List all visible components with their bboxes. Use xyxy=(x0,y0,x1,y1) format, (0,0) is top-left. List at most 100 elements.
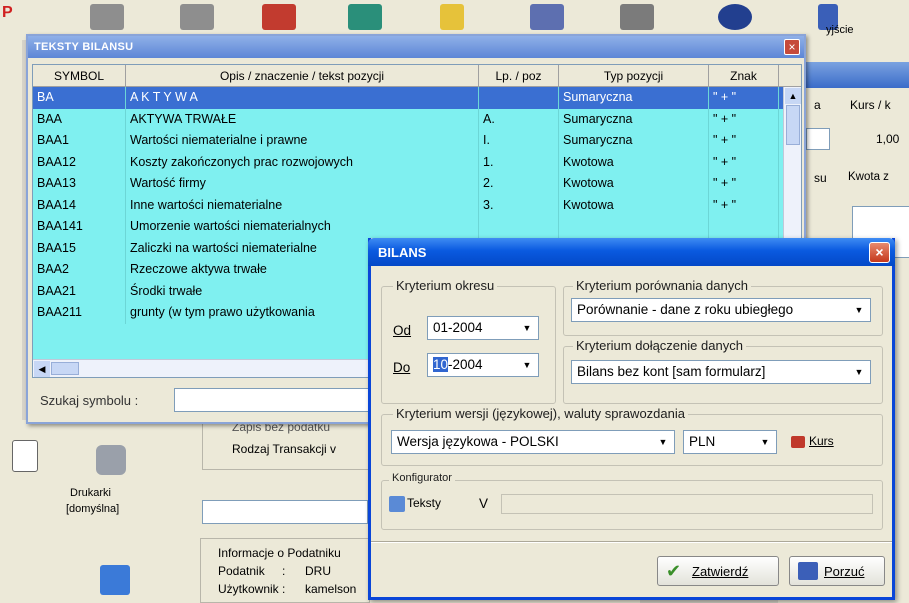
od-combo[interactable]: 01-2004 ▼ xyxy=(427,316,539,340)
porzuc-button[interactable]: Porzuć xyxy=(789,556,885,586)
exit-door-icon xyxy=(798,562,818,580)
uzytkownik-value: kamelson xyxy=(305,582,357,596)
col-symbol[interactable]: SYMBOL xyxy=(33,65,126,86)
scroll-up-icon[interactable]: ▲ xyxy=(785,88,801,104)
porownania-combo[interactable]: Porównanie - dane z roku ubiegłego ▼ xyxy=(571,298,871,322)
cell-typ: Kwotowa xyxy=(559,194,709,216)
pencil-icon[interactable] xyxy=(440,4,464,30)
bilans-title: BILANS xyxy=(368,238,895,266)
drukarki-label: Drukarki xyxy=(70,487,111,499)
col-znak[interactable]: Znak xyxy=(709,65,779,86)
document-icon[interactable] xyxy=(12,440,38,472)
cell-lp: I. xyxy=(479,130,559,152)
porownania-legend: Kryterium porównania danych xyxy=(573,278,751,293)
zatwierdz-button[interactable]: ✔ Zatwierdź xyxy=(657,556,779,586)
col-opis[interactable]: Opis / znaczenie / tekst pozycji xyxy=(126,65,479,86)
chevron-down-icon[interactable]: ▼ xyxy=(517,355,537,375)
hscroll-thumb[interactable] xyxy=(51,362,79,375)
chevron-down-icon[interactable]: ▼ xyxy=(849,300,869,320)
chevron-down-icon[interactable]: ▼ xyxy=(517,318,537,338)
exit-door-icon[interactable] xyxy=(262,4,296,30)
cell-znak xyxy=(709,216,779,238)
v-label: V xyxy=(479,496,489,511)
cell-opis: Umorzenie wartości niematerialnych xyxy=(126,216,479,238)
bg-combo[interactable] xyxy=(806,128,830,150)
cell-typ: Kwotowa xyxy=(559,173,709,195)
porownania-value: Porównanie - dane z roku ubiegłego xyxy=(577,302,794,317)
cell-symbol: BAA14 xyxy=(33,194,126,216)
search-label: Szukaj symbolu : xyxy=(40,393,139,408)
chevron-down-icon[interactable]: ▼ xyxy=(653,432,673,452)
money-icon xyxy=(791,435,805,448)
table-row[interactable]: BA A K T Y W A Sumaryczna " + " xyxy=(33,87,801,109)
scroll-left-icon[interactable]: ◀ xyxy=(34,361,50,377)
cell-typ: Sumaryczna xyxy=(559,108,709,130)
monitor-icon[interactable] xyxy=(100,565,130,595)
report-p2-icon[interactable] xyxy=(90,4,124,30)
table-row[interactable]: BAA141 Umorzenie wartości niematerialnych xyxy=(33,216,801,238)
col-lp[interactable]: Lp. / poz xyxy=(479,65,559,86)
do-combo[interactable]: 10-2004 ▼ xyxy=(427,353,539,377)
cell-opis: Wartości niematerialne i prawne xyxy=(126,130,479,152)
dolaczenie-legend: Kryterium dołączenie danych xyxy=(573,338,746,353)
cell-opis: Wartość firmy xyxy=(126,173,479,195)
cell-typ xyxy=(559,216,709,238)
podatnik-label: Podatnik xyxy=(218,564,265,578)
cell-typ: Sumaryczna xyxy=(559,87,709,109)
table-row[interactable]: BAA13 Wartość firmy 2. Kwotowa " + " xyxy=(33,173,801,195)
computers-icon[interactable] xyxy=(530,4,564,30)
cell-opis: A K T Y W A xyxy=(126,87,479,109)
konfigurator-legend: Konfigurator xyxy=(389,472,455,484)
bg-input[interactable] xyxy=(202,500,368,524)
cell-lp: A. xyxy=(479,108,559,130)
book-icon[interactable] xyxy=(348,4,382,30)
dolaczenie-combo[interactable]: Bilans bez kont [sam formularz] ▼ xyxy=(571,360,871,384)
search-symbol-input[interactable] xyxy=(174,388,374,412)
close-icon[interactable]: × xyxy=(784,39,800,55)
cell-znak: " + " xyxy=(709,194,779,216)
kurs-value: 1,00 xyxy=(876,132,900,146)
od-value: 01-2004 xyxy=(433,320,483,335)
kurs-header: Kurs / k xyxy=(850,98,891,112)
cell-symbol: BAA2 xyxy=(33,259,126,281)
chevron-down-icon[interactable]: ▼ xyxy=(849,362,869,382)
cell-typ: Sumaryczna xyxy=(559,130,709,152)
dialog-separator xyxy=(371,541,892,543)
teksty-window-title: TEKSTY BILANSU xyxy=(28,36,804,58)
table-row[interactable]: BAA1 Wartości niematerialne i prawne I. Sum… xyxy=(33,130,801,152)
kurs-link[interactable]: Kurs xyxy=(791,434,834,448)
close-icon[interactable]: × xyxy=(869,242,890,263)
p-icon[interactable]: P xyxy=(2,4,16,30)
podatnik-value: DRU xyxy=(305,564,331,578)
do-value-selected: 10 xyxy=(433,357,449,372)
language-combo[interactable]: Wersja językowa - POLSKI ▼ xyxy=(391,430,675,454)
currency-value: PLN xyxy=(689,434,716,449)
scroll-thumb[interactable] xyxy=(786,105,800,145)
calculator-icon[interactable] xyxy=(620,4,654,30)
rodzaj-text: Rodzaj Transakcji v xyxy=(232,442,337,456)
cell-lp: 1. xyxy=(479,151,559,173)
table-row[interactable]: BAA12 Koszty zakończonych prac rozwojowyc… xyxy=(33,151,801,173)
chevron-down-icon[interactable]: ▼ xyxy=(755,432,775,452)
table-row[interactable]: BAA AKTYWA TRWAŁE A. Sumaryczna " + " xyxy=(33,108,801,130)
printer-icon[interactable] xyxy=(96,445,126,475)
cell-symbol: BAA13 xyxy=(33,173,126,195)
cell-znak: " + " xyxy=(709,151,779,173)
table-row[interactable]: BAA14 Inne wartości niematerialne 3. Kwotow… xyxy=(33,194,801,216)
grid-header: SYMBOL Opis / znaczenie / tekst pozycji … xyxy=(33,65,801,87)
info-legend: Informacje o Podatniku xyxy=(218,546,341,560)
cell-symbol: BAA1 xyxy=(33,130,126,152)
col-typ[interactable]: Typ pozycji xyxy=(559,65,709,86)
cell-opis: AKTYWA TRWAŁE xyxy=(126,108,479,130)
report-p3-icon[interactable] xyxy=(180,4,214,30)
checkmark-icon: ✔ xyxy=(666,561,682,581)
uzytkownik-label: Użytkownik xyxy=(218,582,279,596)
drukarki-sub: [domyślna] xyxy=(66,503,120,515)
cell-opis: Koszty zakończonych prac rozwojowych xyxy=(126,151,479,173)
teksty-button[interactable]: Teksty xyxy=(389,496,441,512)
cell-lp xyxy=(479,216,559,238)
kwota-label: Kwota z xyxy=(848,171,889,183)
currency-combo[interactable]: PLN ▼ xyxy=(683,430,777,454)
cell-symbol: BAA12 xyxy=(33,151,126,173)
help-icon[interactable] xyxy=(718,4,752,30)
